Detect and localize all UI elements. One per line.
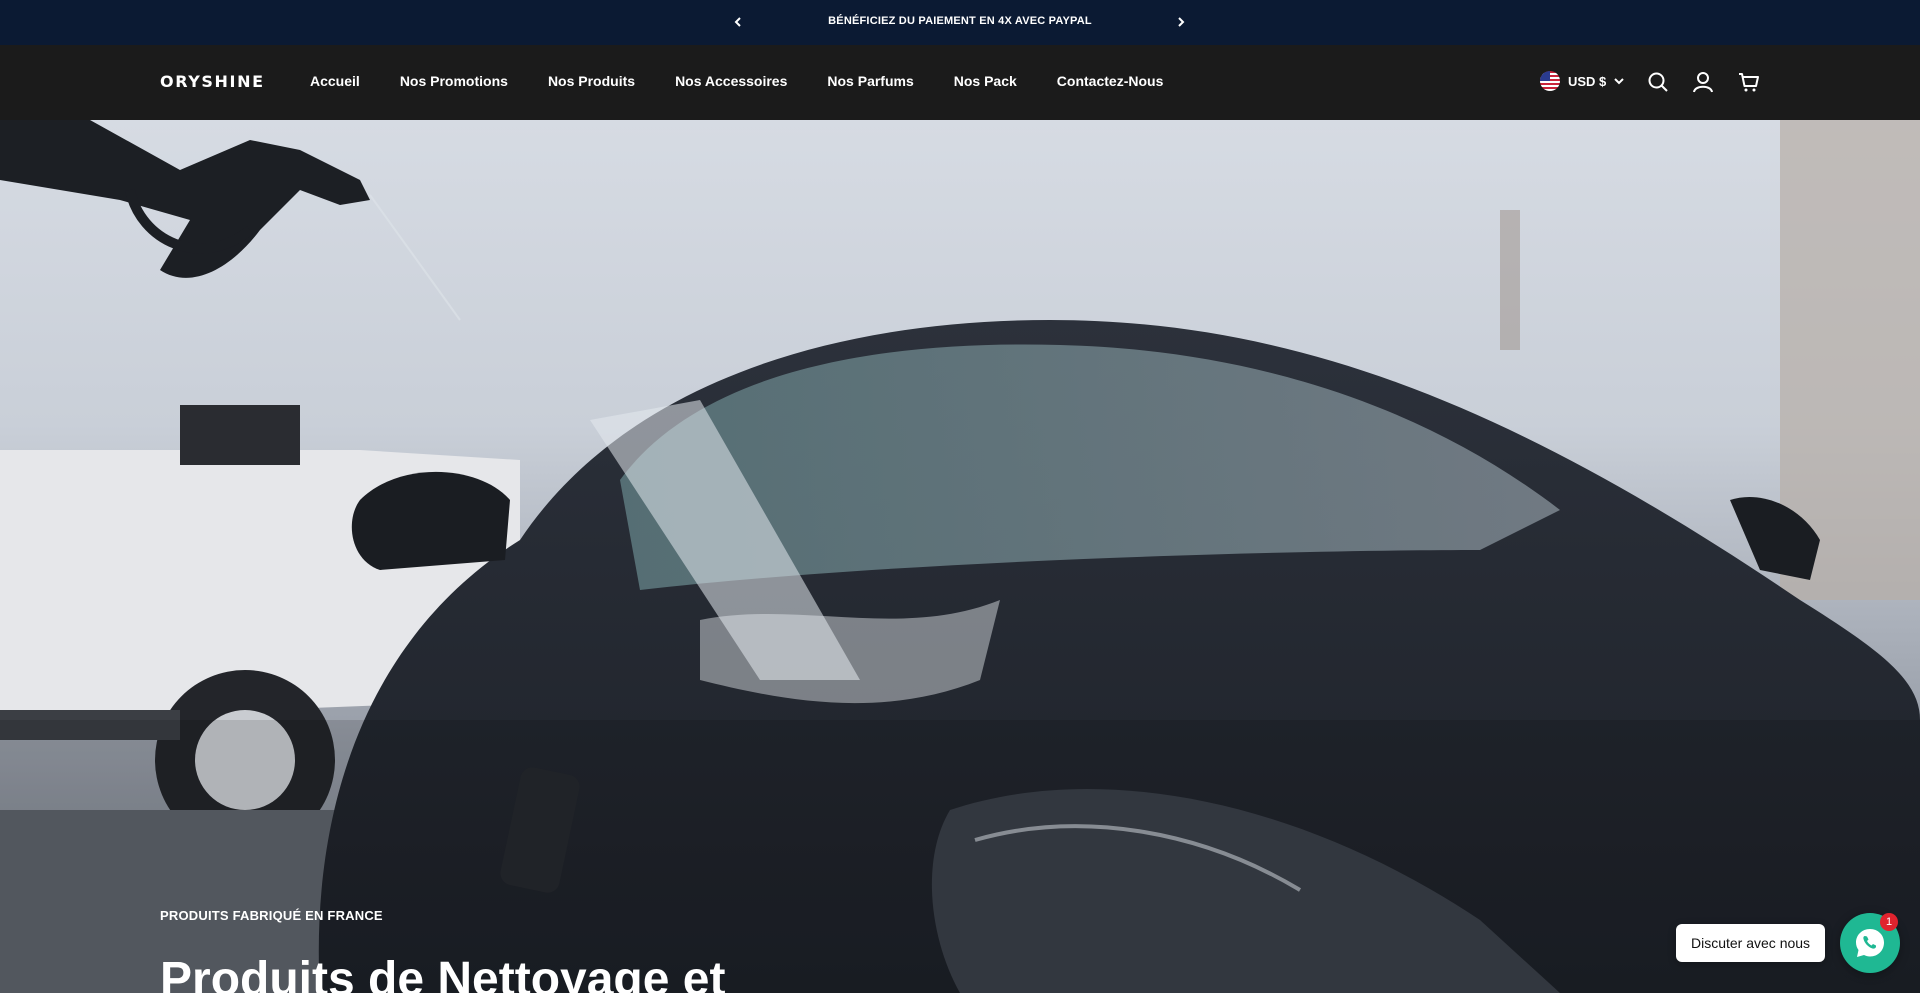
- main-nav: Accueil Nos Promotions Nos Produits Nos …: [310, 73, 1163, 89]
- whatsapp-icon: [1856, 929, 1884, 957]
- nav-item-promotions[interactable]: Nos Promotions: [400, 73, 508, 89]
- announcement-message: BÉNÉFICIEZ DU PAIEMENT EN 4X AVEC PAYPAL: [828, 15, 1092, 27]
- nav-item-accueil[interactable]: Accueil: [310, 73, 360, 89]
- chevron-right-icon: [1178, 17, 1185, 27]
- announcement-bar: BÉNÉFICIEZ DU PAIEMENT EN 4X AVEC PAYPAL: [0, 0, 1920, 45]
- nav-item-parfums[interactable]: Nos Parfums: [827, 73, 913, 89]
- currency-label: USD $: [1568, 73, 1607, 89]
- us-flag-icon: [1540, 71, 1560, 91]
- announcement-next-button[interactable]: [1173, 14, 1189, 30]
- nav-item-accessoires[interactable]: Nos Accessoires: [675, 73, 787, 89]
- nav-item-produits[interactable]: Nos Produits: [548, 73, 635, 89]
- currency-selector[interactable]: USD $: [1540, 71, 1625, 91]
- chat-notification-badge: 1: [1880, 913, 1898, 931]
- site-header: ORYSHINE Accueil Nos Promotions Nos Prod…: [0, 45, 1920, 120]
- nav-item-contact[interactable]: Contactez-Nous: [1057, 73, 1164, 89]
- site-logo[interactable]: ORYSHINE: [160, 72, 265, 91]
- search-icon[interactable]: [1647, 71, 1669, 93]
- hero-title: Produits de Nettoyage et: [160, 953, 726, 993]
- chevron-down-icon: [1614, 78, 1625, 85]
- chat-prompt[interactable]: Discuter avec nous: [1676, 924, 1826, 962]
- nav-item-pack[interactable]: Nos Pack: [954, 73, 1017, 89]
- hero-background-image: [0, 120, 1920, 993]
- hero-eyebrow: PRODUITS FABRIQUÉ EN FRANCE: [160, 908, 383, 923]
- cart-icon[interactable]: [1738, 71, 1760, 93]
- account-icon[interactable]: [1692, 71, 1714, 93]
- hero-banner: PRODUITS FABRIQUÉ EN FRANCE Produits de …: [0, 120, 1920, 993]
